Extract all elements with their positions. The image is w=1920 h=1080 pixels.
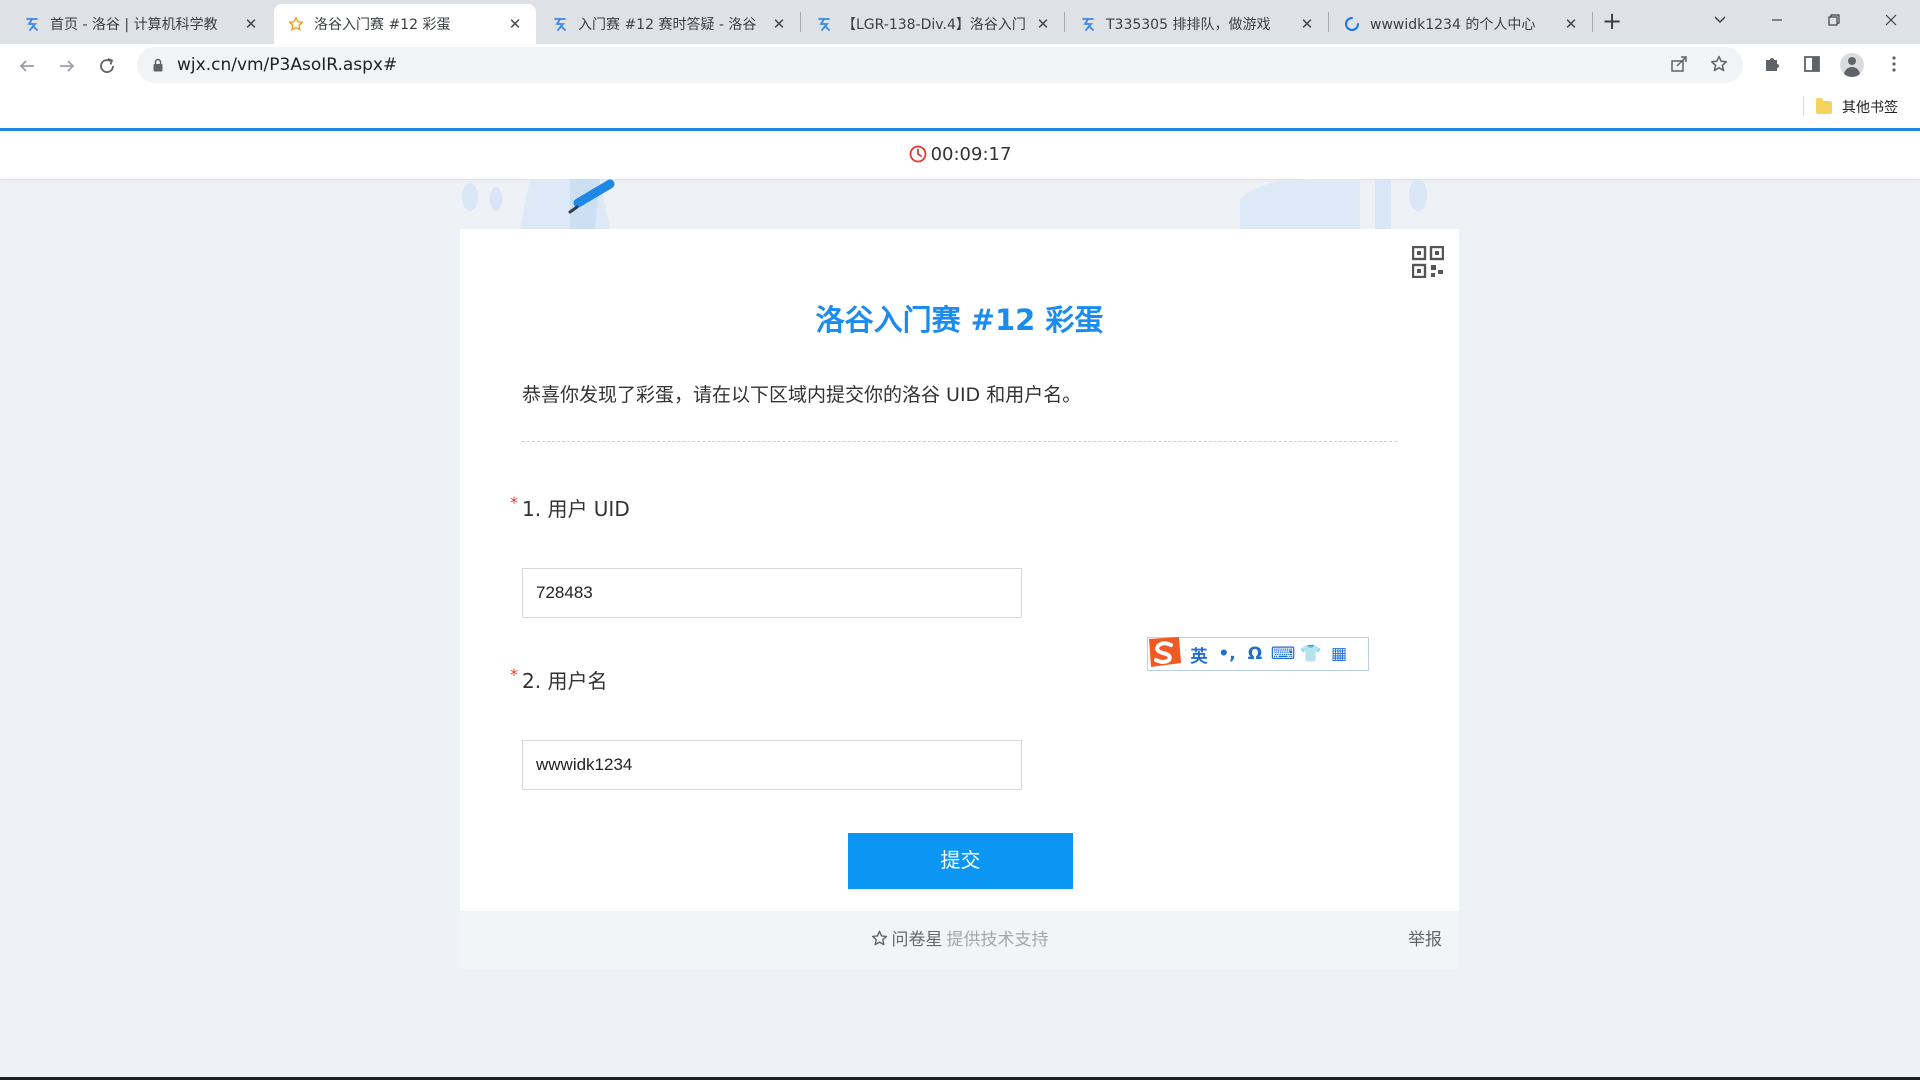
survey-card: 洛谷入门赛 #12 彩蛋 恭喜你发现了彩蛋，请在以下区域内提交你的洛谷 UID … bbox=[460, 229, 1459, 969]
clock-icon bbox=[909, 145, 926, 163]
share-icon bbox=[1671, 56, 1687, 72]
more-vertical-icon bbox=[1892, 56, 1896, 72]
close-tab-icon[interactable]: ✕ bbox=[506, 15, 524, 33]
other-bookmarks-folder[interactable]: 其他书签 bbox=[1816, 96, 1898, 118]
close-tab-icon[interactable]: ✕ bbox=[1298, 15, 1316, 33]
question-2-label: * 2. 用户名 bbox=[510, 665, 608, 694]
minimize-icon bbox=[1772, 19, 1782, 21]
side-panel-button[interactable] bbox=[1800, 53, 1824, 77]
browser-tab-1[interactable]: 首页 - 洛谷 | 计算机科学教 ✕ bbox=[10, 4, 272, 44]
close-tab-icon[interactable]: ✕ bbox=[770, 15, 788, 33]
bookmarks-bar: 其他书签 bbox=[0, 86, 1920, 128]
tab-separator bbox=[1064, 12, 1065, 32]
question-1-label: * 1. 用户 UID bbox=[510, 493, 630, 522]
survey-title: 洛谷入门赛 #12 彩蛋 bbox=[815, 303, 1104, 337]
timer-bar: 00:09:17 bbox=[0, 131, 1920, 179]
question-1-text: 1. 用户 UID bbox=[522, 497, 630, 521]
tab-title: 洛谷入门赛 #12 彩蛋 bbox=[314, 17, 451, 33]
restore-button[interactable] bbox=[1807, 4, 1861, 34]
ime-toolbox-icon[interactable]: ▦ bbox=[1325, 644, 1353, 664]
side-panel-icon bbox=[1804, 56, 1820, 72]
browser-toolbar: wjx.cn/vm/P3AsoIR.aspx# bbox=[0, 44, 1920, 86]
lock-icon bbox=[153, 58, 163, 72]
browser-menu-button[interactable] bbox=[1882, 53, 1906, 77]
required-mark: * bbox=[510, 665, 518, 684]
header-illustration bbox=[462, 179, 1427, 229]
submit-button[interactable]: 提交 bbox=[848, 833, 1073, 889]
footer-credit: 问卷星 提供技术支持 bbox=[460, 911, 1459, 969]
ime-skin-icon[interactable]: 👕 bbox=[1297, 644, 1325, 664]
tab-separator bbox=[1328, 12, 1329, 32]
report-link[interactable]: 举报 bbox=[1408, 911, 1442, 969]
other-bookmarks-label: 其他书签 bbox=[1842, 100, 1898, 116]
close-window-button[interactable] bbox=[1864, 4, 1918, 34]
extensions-button[interactable] bbox=[1760, 53, 1784, 77]
bookmark-star-button[interactable] bbox=[1707, 53, 1731, 77]
url-text[interactable]: wjx.cn/vm/P3AsoIR.aspx# bbox=[177, 47, 397, 83]
uid-input[interactable] bbox=[522, 568, 1022, 618]
footer-support: 提供技术支持 bbox=[946, 930, 1049, 950]
arrow-right-icon bbox=[60, 60, 75, 72]
tab-title: 首页 - 洛谷 | 计算机科学教 bbox=[50, 17, 218, 33]
close-tab-icon[interactable]: ✕ bbox=[242, 15, 260, 33]
ime-symbols-button[interactable]: Ω bbox=[1241, 644, 1269, 664]
chevron-down-icon bbox=[1714, 16, 1726, 24]
browser-tab-2[interactable]: 洛谷入门赛 #12 彩蛋 ✕ bbox=[274, 4, 536, 44]
luogu-icon bbox=[554, 18, 566, 31]
luogu-icon bbox=[26, 18, 38, 31]
timer: 00:09:17 bbox=[0, 131, 1920, 179]
star-icon bbox=[871, 930, 887, 946]
close-tab-icon[interactable]: ✕ bbox=[1562, 15, 1580, 33]
tab-title: T335305 排排队，做游戏 bbox=[1106, 17, 1271, 33]
footer-brand[interactable]: 问卷星 bbox=[892, 930, 943, 950]
ime-language-toggle[interactable]: 英 bbox=[1185, 642, 1213, 667]
username-input[interactable] bbox=[522, 740, 1022, 790]
required-mark: * bbox=[510, 493, 518, 512]
ime-punctuation-toggle[interactable]: •, bbox=[1213, 644, 1241, 664]
folder-icon bbox=[1816, 97, 1832, 114]
back-button[interactable] bbox=[12, 50, 42, 80]
profile-avatar[interactable] bbox=[1840, 53, 1864, 77]
tab-separator bbox=[800, 12, 801, 32]
tab-search-button[interactable] bbox=[1693, 4, 1747, 34]
tab-separator bbox=[1592, 12, 1593, 32]
minimize-button[interactable] bbox=[1750, 4, 1804, 34]
close-icon bbox=[1885, 14, 1897, 26]
qr-code-icon[interactable] bbox=[1412, 246, 1444, 278]
tab-title: 入门赛 #12 赛时答疑 - 洛谷 bbox=[578, 17, 757, 33]
restore-icon bbox=[1828, 14, 1840, 26]
ime-toolbar: 英 •, Ω ⌨ 👕 ▦ bbox=[1147, 637, 1369, 671]
timer-value: 00:09:17 bbox=[930, 144, 1012, 165]
reload-icon bbox=[100, 58, 114, 73]
tab-title: wwwidk1234 的个人中心 bbox=[1370, 17, 1536, 33]
browser-tab-5[interactable]: T335305 排排队，做游戏 ✕ bbox=[1066, 4, 1328, 44]
question-2-text: 2. 用户名 bbox=[522, 669, 608, 693]
description-divider bbox=[522, 441, 1397, 442]
address-bar[interactable]: wjx.cn/vm/P3AsoIR.aspx# bbox=[137, 47, 1743, 83]
arrow-left-icon bbox=[19, 60, 34, 72]
puzzle-icon bbox=[1766, 58, 1779, 71]
luogu-icon bbox=[1082, 18, 1094, 31]
close-tab-icon[interactable]: ✕ bbox=[1034, 15, 1052, 33]
new-tab-button[interactable]: + bbox=[1598, 8, 1626, 36]
bookmarks-separator bbox=[1803, 96, 1804, 116]
luogu-icon bbox=[818, 18, 830, 31]
reload-button[interactable] bbox=[92, 50, 122, 80]
star-icon bbox=[1710, 55, 1728, 72]
forward-button[interactable] bbox=[52, 50, 82, 80]
ime-keyboard-icon[interactable]: ⌨ bbox=[1269, 644, 1297, 664]
loading-spinner-icon bbox=[1345, 17, 1359, 31]
star-icon bbox=[288, 16, 304, 31]
share-button[interactable] bbox=[1667, 53, 1691, 77]
browser-tab-6[interactable]: wwwidk1234 的个人中心 ✕ bbox=[1330, 4, 1592, 44]
survey-page: 00:09:17 洛谷入门赛 #12 彩蛋 恭喜你发现了彩蛋，请在以下区域内提交… bbox=[0, 128, 1920, 1076]
browser-tab-strip: 首页 - 洛谷 | 计算机科学教 ✕ 洛谷入门赛 #12 彩蛋 ✕ 入门赛 #1… bbox=[0, 0, 1920, 44]
tab-title: 【LGR-138-Div.4】洛谷入门 bbox=[842, 17, 1026, 33]
browser-tab-4[interactable]: 【LGR-138-Div.4】洛谷入门 ✕ bbox=[802, 4, 1064, 44]
survey-description: 恭喜你发现了彩蛋，请在以下区域内提交你的洛谷 UID 和用户名。 bbox=[522, 384, 1082, 406]
survey-footer: 问卷星 提供技术支持 举报 bbox=[460, 911, 1459, 969]
sogou-logo-icon[interactable] bbox=[1145, 633, 1185, 671]
browser-tab-3[interactable]: 入门赛 #12 赛时答疑 - 洛谷 ✕ bbox=[538, 4, 800, 44]
